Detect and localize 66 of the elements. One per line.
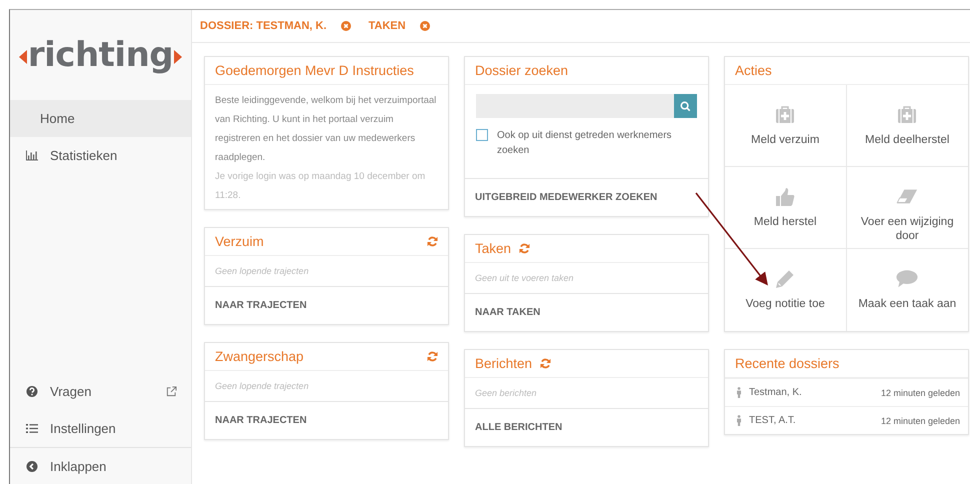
list-icon bbox=[26, 423, 38, 434]
card-title: Verzuim bbox=[215, 234, 264, 249]
action-tile[interactable]: Voer een wijziging door bbox=[846, 167, 968, 249]
thumbs-up-icon bbox=[774, 187, 796, 207]
card-link[interactable]: UITGEBREID MEDEWERKER ZOEKEN bbox=[475, 192, 658, 203]
person-icon bbox=[736, 415, 742, 426]
recent-dossier-row[interactable]: TEST, A.T. 12 minuten geleden bbox=[725, 406, 968, 434]
card-title: Zwangerschap bbox=[215, 349, 304, 364]
action-tile[interactable]: Meld herstel bbox=[725, 167, 846, 249]
action-label: Meld deelherstel bbox=[864, 133, 950, 147]
search-icon bbox=[680, 100, 691, 112]
medical-kit-icon bbox=[774, 105, 796, 125]
action-tile[interactable]: Meld deelherstel bbox=[846, 85, 968, 167]
action-label: Meld herstel bbox=[752, 215, 818, 229]
card-title: Goedemorgen Mevr D Instructies bbox=[215, 63, 414, 78]
card-link[interactable]: NAAR TRAJECTEN bbox=[215, 415, 307, 426]
card-title: Recente dossiers bbox=[735, 356, 840, 371]
card-link[interactable]: NAAR TAKEN bbox=[475, 307, 540, 318]
medical-kit-icon bbox=[896, 105, 918, 125]
sidebar-item[interactable]: Statistieken bbox=[10, 137, 191, 174]
checkbox[interactable] bbox=[476, 129, 488, 141]
dossier-name: TEST, A.T. bbox=[749, 415, 797, 426]
action-tile[interactable]: Maak een taak aan bbox=[846, 249, 968, 331]
refresh-icon[interactable] bbox=[519, 243, 530, 254]
action-label: Maak een taak aan bbox=[857, 297, 958, 311]
action-tile[interactable]: Voeg notitie toe bbox=[725, 249, 846, 331]
card-link[interactable]: ALLE BERICHTEN bbox=[475, 422, 562, 433]
card-title: Taken bbox=[475, 241, 512, 256]
refresh-icon[interactable] bbox=[427, 236, 438, 247]
empty-message: Geen uit te voeren taken bbox=[465, 263, 708, 294]
empty-message: Geen lopende trajecten bbox=[205, 371, 448, 402]
action-label: Voer een wijziging door bbox=[860, 215, 955, 243]
refresh-icon[interactable] bbox=[540, 358, 552, 369]
action-label: Voeg notitie toe bbox=[744, 297, 826, 311]
external-link-icon[interactable] bbox=[166, 386, 177, 397]
bar-chart-icon bbox=[26, 150, 38, 161]
dossier-name: Testman, K. bbox=[749, 387, 803, 398]
person-icon bbox=[736, 387, 742, 398]
chevron-left-icon bbox=[26, 461, 38, 472]
card-title: Berichten bbox=[475, 356, 532, 371]
empty-message: Geen lopende trajecten bbox=[205, 256, 448, 287]
card-title: Dossier zoeken bbox=[475, 63, 568, 78]
sidebar-item[interactable]: Home bbox=[10, 100, 191, 137]
last-login-text: Je vorige login was op maandag 10 december om 11:28. bbox=[215, 170, 426, 203]
search-field[interactable] bbox=[476, 94, 697, 118]
card-title: Acties bbox=[735, 63, 772, 78]
close-icon[interactable] bbox=[420, 21, 430, 31]
speech-bubble-icon bbox=[896, 269, 918, 289]
search-button[interactable] bbox=[674, 94, 697, 118]
action-label: Meld verzuim bbox=[750, 133, 820, 147]
pencil-icon bbox=[774, 269, 796, 289]
welcome-text: Beste leidinggevende, welkom bij het verzuimportaal van Richting. U kunt in het portaal verzuim registreren en het dossier van uw medewerkers raadplegen. bbox=[215, 94, 438, 165]
help-icon bbox=[26, 386, 38, 397]
recent-dossier-row[interactable]: Testman, K. 12 minuten geleden bbox=[725, 378, 968, 406]
sidebar-item[interactable]: Vragen bbox=[10, 373, 191, 410]
checkbox-label: Ook op uit dienst getreden werknemers zoeken bbox=[497, 129, 673, 158]
time-ago: 12 minuten geleden bbox=[880, 388, 960, 398]
sidebar-item[interactable]: Instellingen bbox=[10, 410, 191, 447]
logo: richting bbox=[10, 10, 191, 100]
action-tile[interactable]: Meld verzuim bbox=[725, 85, 846, 167]
sidebar-item[interactable]: Inklappen bbox=[10, 447, 191, 484]
card-link[interactable]: NAAR TRAJECTEN bbox=[215, 300, 307, 311]
time-ago: 12 minuten geleden bbox=[880, 416, 960, 426]
empty-message: Geen berichten bbox=[465, 378, 708, 409]
close-icon[interactable] bbox=[340, 21, 351, 31]
refresh-icon[interactable] bbox=[427, 351, 438, 362]
